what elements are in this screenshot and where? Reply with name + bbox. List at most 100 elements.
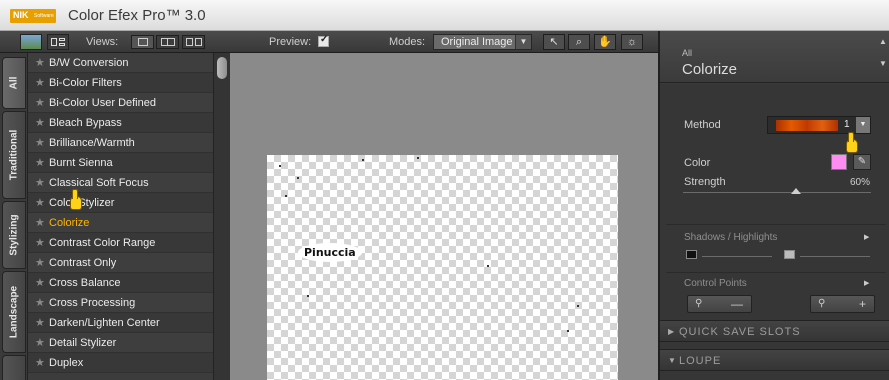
loupe-section[interactable]: ▼ LOUPE (660, 349, 889, 371)
highlights-swatch (784, 250, 795, 259)
expand-icon: ▶ (668, 327, 675, 336)
filter-list-scrollbar[interactable] (213, 53, 230, 380)
strength-slider[interactable] (683, 192, 871, 193)
control-point-icon: ⚲ (695, 298, 703, 309)
filter-item-label: Cross Processing (49, 297, 136, 309)
tab-traditional[interactable]: Traditional (2, 111, 26, 199)
pointer-tool-button[interactable]: ↖ (543, 34, 565, 50)
filter-item[interactable]: ★ Detail Stylizer (28, 333, 213, 353)
zoom-tool-button[interactable]: ⌕ (568, 34, 590, 50)
filter-item-label: Detail Stylizer (49, 337, 117, 349)
star-icon[interactable]: ★ (35, 356, 45, 369)
mode-select[interactable]: Original Image ▼ (433, 34, 532, 50)
filter-item-label: Colorize (49, 217, 90, 229)
star-icon[interactable]: ★ (35, 196, 45, 209)
preview-area[interactable]: Pinuccia (230, 53, 658, 380)
method-label: Method (684, 119, 721, 131)
chevron-up-icon[interactable]: ▲ (877, 37, 889, 47)
split-view-button[interactable] (156, 35, 179, 49)
filter-item-label: B/W Conversion (49, 57, 129, 69)
filter-item[interactable]: ★ Colorize (28, 213, 213, 233)
strength-slider-thumb[interactable] (790, 188, 801, 194)
filter-item-label: Darken/Lighten Center (49, 317, 160, 329)
expand-icon[interactable]: ▶ (864, 279, 869, 287)
shadows-swatch (686, 250, 697, 259)
star-icon[interactable]: ★ (35, 96, 45, 109)
filter-item[interactable]: ★ B/W Conversion (28, 53, 213, 73)
tab-more[interactable] (2, 355, 26, 380)
filter-item[interactable]: ★ Classical Soft Focus (28, 173, 213, 193)
filter-item-label: Duplex (49, 357, 84, 369)
star-icon[interactable]: ★ (35, 256, 45, 269)
star-icon[interactable]: ★ (35, 296, 45, 309)
filter-item[interactable]: ★ Bi-Color User Defined (28, 93, 213, 113)
highlights-slider[interactable] (800, 256, 870, 257)
star-icon[interactable]: ★ (35, 276, 45, 289)
filter-item[interactable]: ★ Color Stylizer (28, 193, 213, 213)
filter-item[interactable]: ★ Cross Balance (28, 273, 213, 293)
star-icon[interactable]: ★ (35, 176, 45, 189)
add-control-point-button[interactable]: ⚲ + (810, 295, 875, 313)
light-tool-button[interactable]: ☼ (621, 34, 643, 50)
filter-item-label: Cross Balance (49, 277, 121, 289)
filter-item[interactable]: ★ Bleach Bypass (28, 113, 213, 133)
tab-stylizing[interactable]: Stylizing (2, 201, 26, 269)
hand-tool-button[interactable]: ✋ (594, 34, 616, 50)
quick-save-slots-section[interactable]: ▶ QUICK SAVE SLOTS (660, 320, 889, 342)
star-icon[interactable]: ★ (35, 136, 45, 149)
filter-item[interactable]: ★ Darken/Lighten Center (28, 313, 213, 333)
star-icon[interactable]: ★ (35, 236, 45, 249)
panel-header: All Colorize ▲ ▼ (660, 31, 889, 83)
modes-label: Modes: (389, 36, 426, 48)
category-tabs: All Traditional Stylizing Landscape (0, 53, 28, 380)
filter-item[interactable]: ★ Contrast Only (28, 253, 213, 273)
expand-icon[interactable]: ▶ (864, 233, 869, 241)
filter-item[interactable]: ★ Brilliance/Warmth (28, 133, 213, 153)
remove-control-point-button[interactable]: ⚲ — (687, 295, 752, 313)
single-view-button[interactable] (131, 35, 154, 49)
panel-filter-name: Colorize (682, 61, 738, 78)
star-icon[interactable]: ★ (35, 56, 45, 69)
star-icon[interactable]: ★ (35, 336, 45, 349)
star-icon[interactable]: ★ (35, 316, 45, 329)
side-by-side-view-button[interactable] (182, 35, 205, 49)
chevron-down-icon[interactable]: ▼ (877, 59, 889, 69)
filter-item[interactable]: ★ Duplex (28, 353, 213, 373)
title-bar: NIK Software Color Efex Pro™ 3.0 (0, 0, 889, 31)
tab-all[interactable]: All (2, 57, 26, 109)
star-icon[interactable]: ★ (35, 216, 45, 229)
pinuccia-watermark: Pinuccia (298, 243, 362, 262)
shadows-highlights-title[interactable]: Shadows / Highlights (684, 232, 777, 243)
filter-item-label: Brilliance/Warmth (49, 137, 135, 149)
shadows-slider[interactable] (702, 256, 772, 257)
tab-landscape[interactable]: Landscape (2, 271, 26, 353)
filter-item-label: Bi-Color User Defined (49, 97, 156, 109)
app-title: Color Efex Pro™ 3.0 (68, 7, 206, 24)
method-select[interactable]: 1 ▼ (767, 116, 871, 134)
star-icon[interactable]: ★ (35, 116, 45, 129)
strength-value: 60% (850, 177, 871, 188)
preview-checkbox[interactable] (318, 34, 329, 47)
strength-label: Strength (684, 176, 726, 188)
preview-thumb-button[interactable] (20, 34, 42, 50)
filter-item[interactable]: ★ Cross Processing (28, 293, 213, 313)
star-icon[interactable]: ★ (35, 156, 45, 169)
filter-item-label: Contrast Only (49, 257, 117, 269)
filter-item-label: Bi-Color Filters (49, 77, 122, 89)
preview-image[interactable]: Pinuccia (267, 155, 618, 380)
hand-cursor-icon (846, 132, 858, 153)
filter-item-label: Classical Soft Focus (49, 177, 149, 189)
hand-cursor-icon (70, 189, 82, 210)
star-icon[interactable]: ★ (35, 76, 45, 89)
filter-item[interactable]: ★ Contrast Color Range (28, 233, 213, 253)
eyedropper-icon[interactable]: ✎ (853, 154, 871, 170)
color-swatch[interactable] (831, 154, 847, 170)
preview-label: Preview: (269, 36, 312, 48)
scrollbar-thumb[interactable] (217, 57, 227, 79)
chevron-down-icon: ▼ (515, 35, 531, 49)
control-points-title[interactable]: Control Points (684, 278, 747, 289)
filter-item[interactable]: ★ Bi-Color Filters (28, 73, 213, 93)
filter-item[interactable]: ★ Burnt Sienna (28, 153, 213, 173)
layout-toggle-button[interactable] (47, 34, 69, 50)
views-label: Views: (86, 36, 119, 48)
